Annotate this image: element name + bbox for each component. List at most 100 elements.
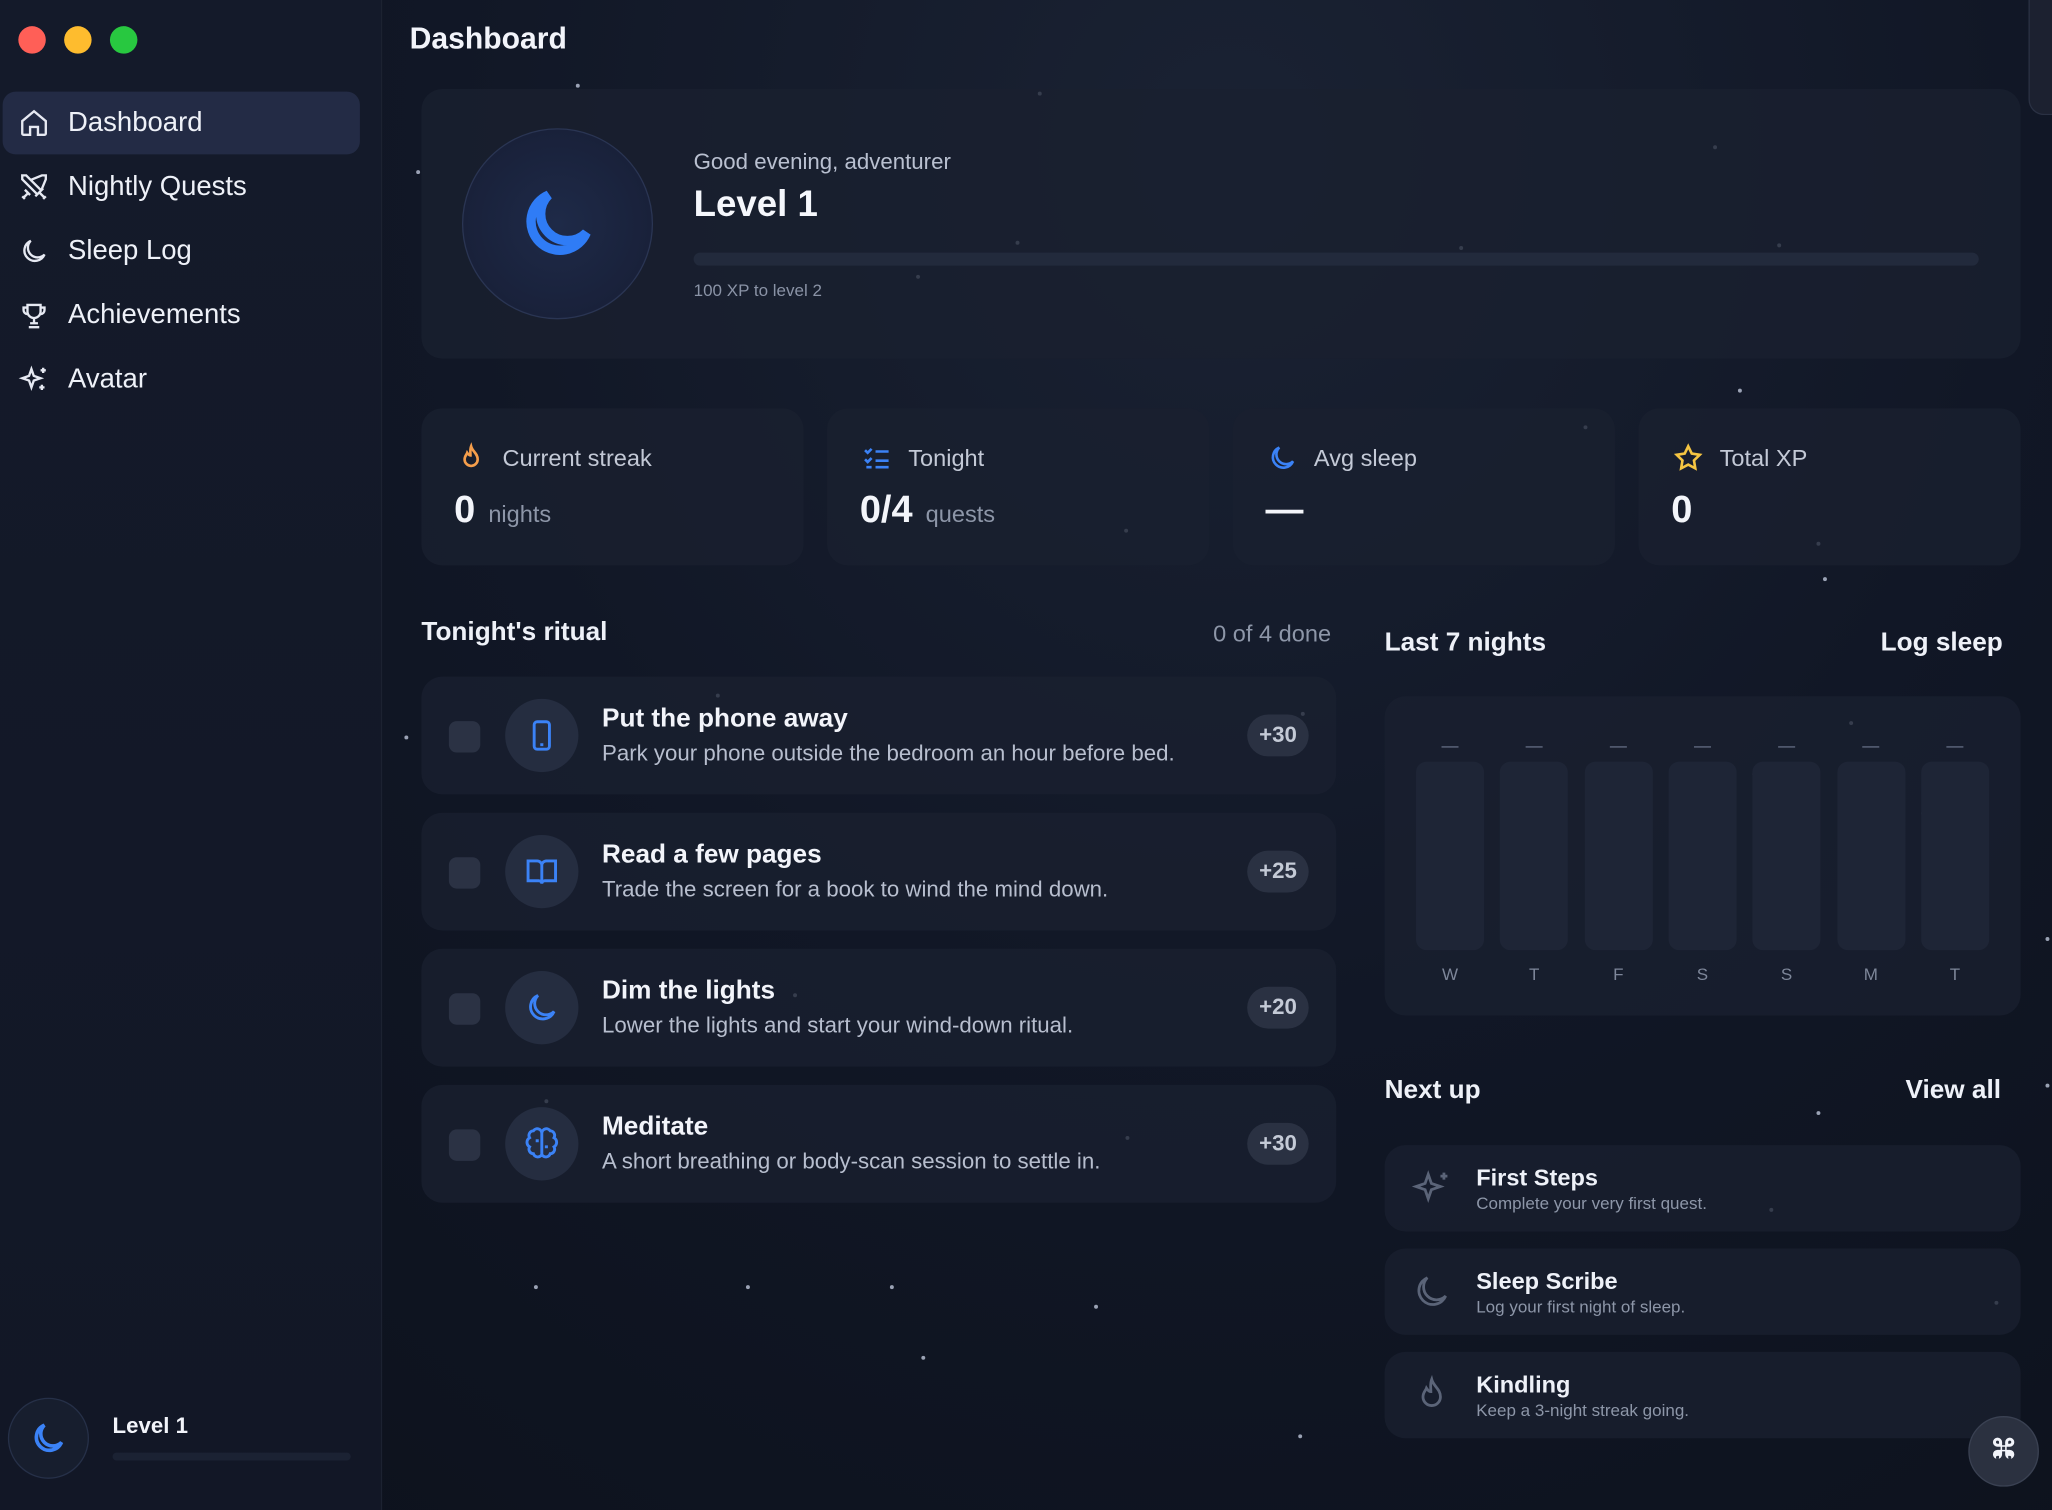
view-all-link[interactable]: View all bbox=[1905, 1076, 2001, 1106]
avatar-orb bbox=[461, 128, 654, 320]
sidebar-item-avatar[interactable]: Avatar bbox=[3, 348, 360, 411]
achievement-icon-wrap bbox=[1411, 1271, 1453, 1313]
stat-label: Current streak bbox=[502, 444, 652, 471]
star-dot bbox=[1816, 1111, 1821, 1116]
stat-value-row: 0 bbox=[1671, 489, 1692, 532]
moon-icon bbox=[529, 994, 556, 1021]
star-dot bbox=[745, 1285, 750, 1290]
achievement-item[interactable]: Sleep Scribe Log your first night of sle… bbox=[1384, 1248, 2021, 1335]
log-sleep-link[interactable]: Log sleep bbox=[1881, 628, 2003, 658]
bar-track bbox=[1668, 761, 1737, 951]
level-hero-card: Good evening, adventurer Level 1 100 XP … bbox=[421, 88, 2021, 359]
achievement-description: Log your first night of sleep. bbox=[1476, 1296, 1686, 1317]
swords-icon bbox=[21, 174, 47, 200]
list-check-icon bbox=[864, 447, 889, 469]
flame-icon bbox=[463, 442, 479, 468]
bar-value-label: — bbox=[1946, 735, 1964, 756]
quest-item[interactable]: Read a few pages Trade the screen for a … bbox=[421, 812, 1337, 931]
quest-checkbox[interactable] bbox=[448, 1129, 481, 1161]
bar-track bbox=[1416, 761, 1485, 951]
xp-remaining-text: 100 XP to level 2 bbox=[693, 280, 822, 300]
sidebar-item-nightly-quests[interactable]: Nightly Quests bbox=[3, 156, 360, 219]
quest-description: Park your phone outside the bedroom an h… bbox=[602, 740, 1175, 766]
bar-day-label: F bbox=[1613, 964, 1624, 985]
sidebar-level-label: Level 1 bbox=[112, 1413, 189, 1439]
stat-value: 0 bbox=[454, 489, 476, 532]
sidebar-item-sleep-log[interactable]: Sleep Log bbox=[3, 220, 360, 283]
quest-title: Dim the lights bbox=[602, 976, 776, 1006]
quest-checkbox[interactable] bbox=[448, 721, 481, 753]
home-icon bbox=[21, 109, 47, 136]
avatar[interactable] bbox=[7, 1397, 89, 1479]
achievement-title: First Steps bbox=[1476, 1164, 1598, 1191]
moon-icon bbox=[526, 190, 591, 255]
sleep-bar-chart: — W — T — F — S — S — M — T bbox=[1384, 696, 2021, 1016]
stat-label-row: Total XP bbox=[1673, 442, 1808, 473]
greeting-text: Good evening, adventurer bbox=[693, 149, 951, 175]
stat-value: 0/4 bbox=[859, 489, 913, 532]
ritual-title: Tonight's ritual bbox=[421, 617, 608, 647]
close-window-button[interactable] bbox=[18, 26, 46, 54]
quest-icon-badge bbox=[505, 698, 579, 773]
bar-day-label: S bbox=[1696, 964, 1709, 985]
next-up-title: Next up bbox=[1384, 1075, 1481, 1105]
floating-action-button[interactable] bbox=[1968, 1416, 2039, 1487]
bar-track bbox=[1584, 761, 1653, 951]
quest-title: Meditate bbox=[602, 1112, 709, 1142]
stat-label-row: Avg sleep bbox=[1267, 442, 1417, 473]
quest-item[interactable]: Meditate A short breathing or body-scan … bbox=[421, 1084, 1337, 1203]
page-title: Dashboard bbox=[409, 20, 567, 55]
minimize-window-button[interactable] bbox=[64, 26, 92, 54]
achievement-title: Sleep Scribe bbox=[1476, 1268, 1618, 1295]
star-dot bbox=[889, 1285, 894, 1290]
stat-label-row: Tonight bbox=[861, 442, 984, 473]
achievement-description: Keep a 3-night streak going. bbox=[1476, 1400, 1690, 1420]
bar-value-label: — bbox=[1693, 735, 1711, 756]
sidebar-xp-bar bbox=[112, 1452, 351, 1461]
bar-day-label: T bbox=[1528, 964, 1540, 985]
book-icon bbox=[526, 859, 557, 885]
bar-track bbox=[1752, 761, 1821, 951]
sparkles-icon bbox=[18, 365, 46, 391]
moon-icon bbox=[34, 1423, 64, 1453]
sidebar-nav: Dashboard Nightly Quests Sleep Log Achie… bbox=[0, 91, 382, 413]
sidebar-item-label: Dashboard bbox=[68, 107, 203, 138]
stat-label-row: Current streak bbox=[455, 442, 652, 473]
quest-description: A short breathing or body-scan session t… bbox=[602, 1149, 1101, 1174]
star-dot bbox=[1094, 1304, 1098, 1309]
level-heading: Level 1 bbox=[693, 183, 818, 224]
sidebar-item-dashboard[interactable]: Dashboard bbox=[2, 91, 360, 155]
stat-label: Total XP bbox=[1719, 444, 1808, 471]
quest-checkbox[interactable] bbox=[448, 857, 481, 889]
command-icon bbox=[1992, 1437, 2015, 1459]
brain-icon bbox=[525, 1127, 559, 1159]
achievement-item[interactable]: Kindling Keep a 3-night streak going. bbox=[1384, 1351, 2021, 1439]
sidebar-profile[interactable]: Level 1 bbox=[7, 1397, 351, 1479]
quest-item[interactable]: Put the phone away Park your phone outsi… bbox=[421, 676, 1337, 795]
quest-icon-badge bbox=[505, 1107, 579, 1181]
stat-value: 0 bbox=[1671, 489, 1693, 532]
bar-value-label: — bbox=[1525, 735, 1543, 756]
quest-title: Put the phone away bbox=[602, 704, 848, 733]
stat-card-streak: Current streak 0 nights bbox=[421, 408, 804, 566]
zoom-window-button[interactable] bbox=[109, 26, 138, 54]
quest-icon-badge bbox=[505, 971, 579, 1045]
moon-icon bbox=[1417, 1276, 1447, 1306]
star-dot bbox=[1823, 577, 1827, 582]
star-dot bbox=[2045, 1083, 2050, 1088]
moon-icon bbox=[1271, 446, 1295, 469]
quest-item[interactable]: Dim the lights Lower the lights and star… bbox=[421, 948, 1337, 1067]
stat-value-row: — bbox=[1266, 489, 1304, 532]
stat-card-total-xp: Total XP 0 bbox=[1638, 408, 2021, 566]
star-dot bbox=[416, 170, 421, 175]
bar-day-label: S bbox=[1780, 964, 1793, 985]
stat-value-row: 0/4 quests bbox=[860, 489, 995, 532]
star-dot bbox=[575, 83, 580, 88]
achievement-item[interactable]: First Steps Complete your very first que… bbox=[1384, 1145, 2021, 1232]
scrollbar[interactable] bbox=[2028, 0, 2052, 116]
quest-checkbox[interactable] bbox=[448, 993, 481, 1025]
bar-track bbox=[1836, 761, 1905, 951]
bar-track bbox=[1500, 761, 1569, 951]
sidebar-item-achievements[interactable]: Achievements bbox=[3, 284, 360, 347]
window-controls bbox=[18, 26, 138, 54]
